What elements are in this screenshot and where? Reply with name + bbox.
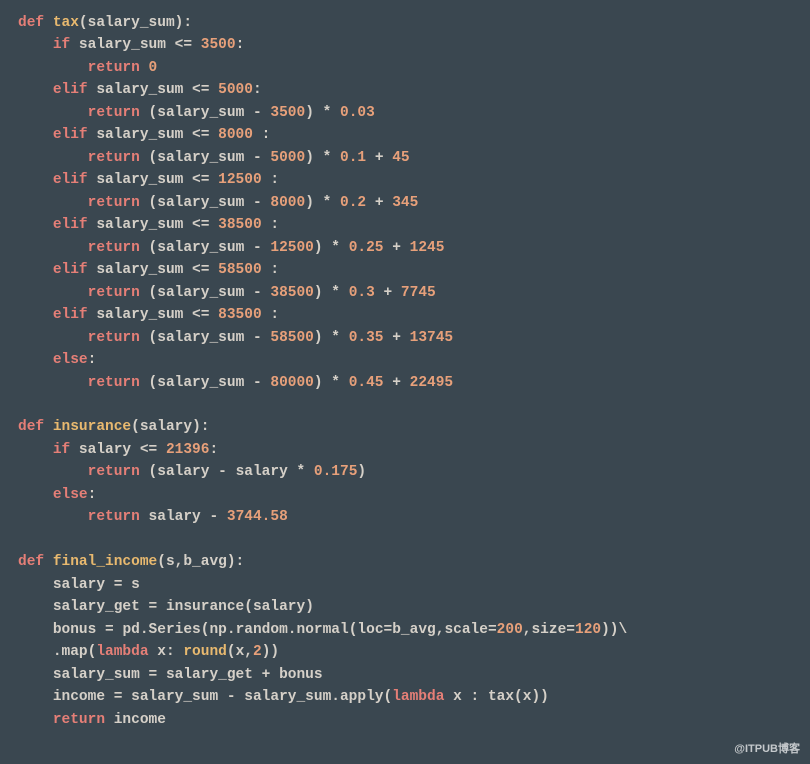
keyword-lambda: lambda xyxy=(96,644,148,660)
keyword-return: return xyxy=(88,60,140,76)
watermark: @ITPUB博客 xyxy=(734,741,800,758)
function-name-final-income: final_income xyxy=(53,554,157,570)
param: salary_sum xyxy=(88,15,175,31)
function-name-insurance: insurance xyxy=(53,419,131,435)
function-name-tax: tax xyxy=(53,15,79,31)
keyword-elif: elif xyxy=(53,82,88,98)
code-block: def tax(salary_sum): if salary_sum <= 35… xyxy=(0,0,810,743)
keyword-def: def xyxy=(18,15,44,31)
keyword-if: if xyxy=(53,37,70,53)
keyword-else: else xyxy=(53,352,88,368)
